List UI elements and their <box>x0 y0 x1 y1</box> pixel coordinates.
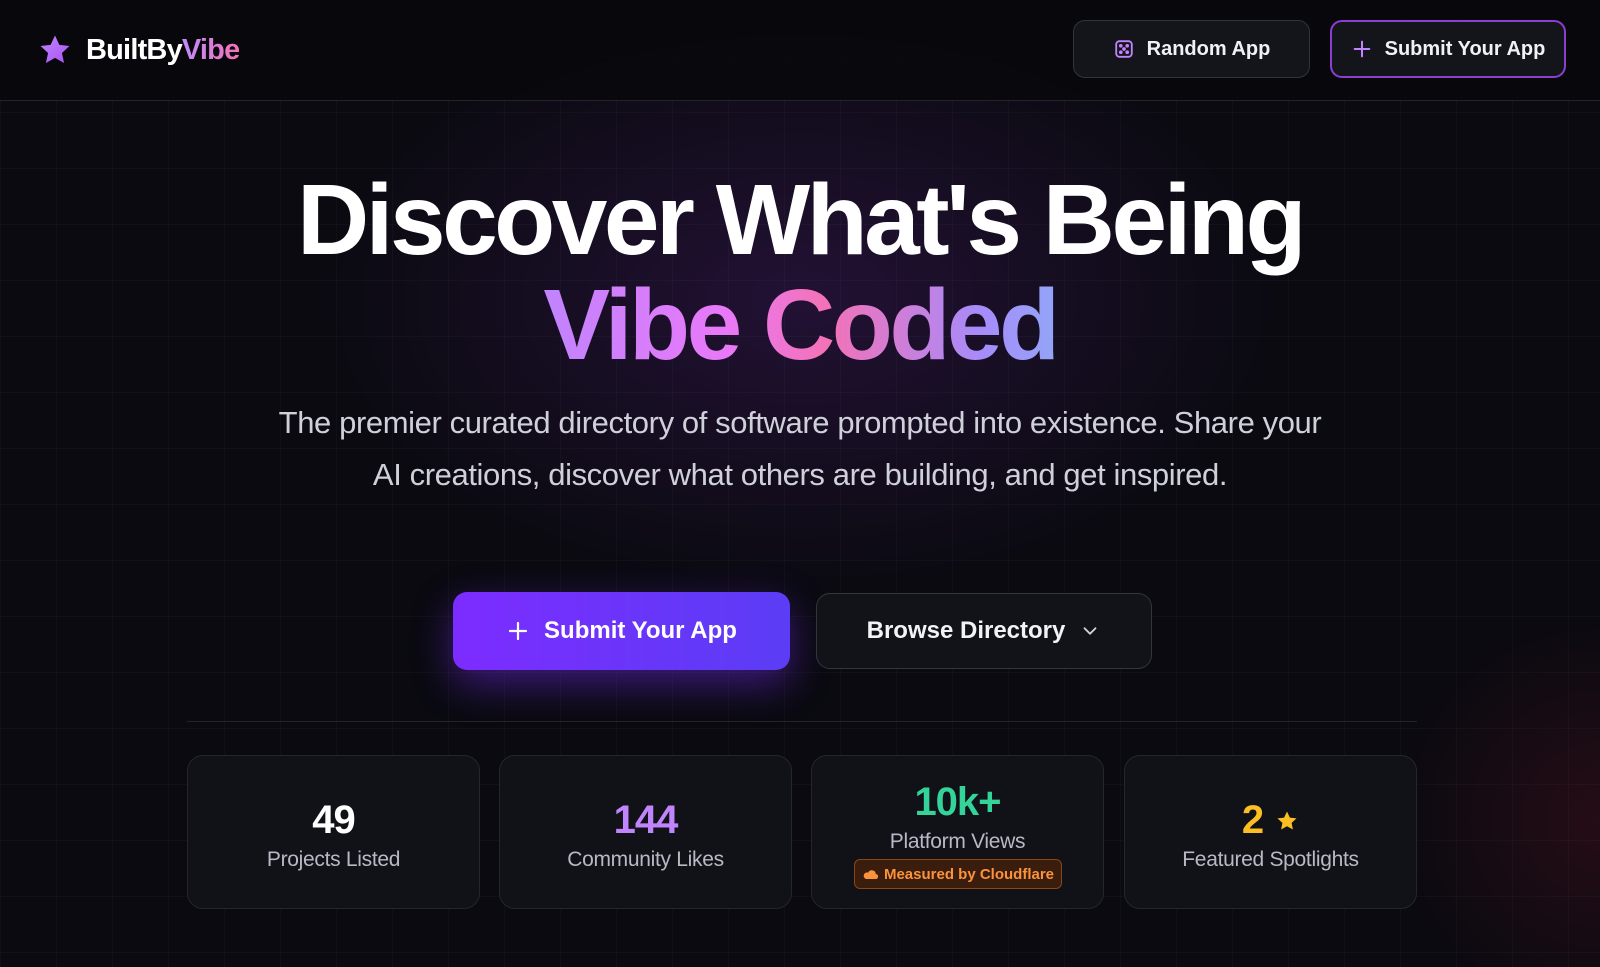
browse-directory-button[interactable]: Browse Directory <box>816 593 1152 669</box>
star-icon <box>40 35 70 64</box>
stat-value-group: 2 <box>1242 798 1299 843</box>
stat-card-likes: 144 Community Likes <box>499 755 792 909</box>
brand-name-part1: BuiltBy <box>86 33 183 66</box>
hero-title: Discover What's Being <box>296 164 1307 276</box>
stat-label: Community Likes <box>567 848 724 871</box>
stat-value-wrapper: 2 <box>1125 798 1416 843</box>
site-header: BuiltByVibe Random App Submit Your App <box>0 0 1600 101</box>
stat-card-featured: 2 Featured Spotlights <box>1124 755 1417 909</box>
dice-icon <box>1114 40 1133 58</box>
cloud-icon <box>863 870 878 880</box>
stat-value: 144 <box>613 798 679 842</box>
cloudflare-badge: Measured by Cloudflare <box>854 859 1062 889</box>
stat-card-projects: 49 Projects Listed <box>187 755 480 909</box>
plus-icon <box>508 621 528 641</box>
brand-name-part2: Vibe <box>181 33 240 66</box>
random-app-label: Random App <box>1146 37 1271 60</box>
stat-value: 2 <box>1241 798 1264 842</box>
stat-label: Platform Views <box>889 830 1026 853</box>
brand-name: BuiltByVibe <box>86 33 240 67</box>
stat-label: Projects Listed <box>266 848 401 871</box>
stat-value: 10k+ <box>914 780 1001 824</box>
stat-card-views: 10k+ Platform Views Measured by Cloudfla… <box>811 755 1104 909</box>
browse-directory-label: Browse Directory <box>866 617 1066 644</box>
random-app-button[interactable]: Random App <box>1073 20 1310 78</box>
header-submit-button[interactable]: Submit Your App <box>1330 20 1566 78</box>
hero-title-highlight: Vibe Coded <box>0 270 1600 380</box>
cloudflare-badge-label: Measured by Cloudflare <box>883 865 1055 883</box>
brand-logo[interactable]: BuiltByVibe <box>38 32 240 68</box>
hero-title-gradient-text: Vibe Coded <box>543 269 1060 381</box>
plus-icon <box>1353 40 1370 58</box>
submit-app-button[interactable]: Submit Your App <box>453 592 790 670</box>
stat-value: 49 <box>312 798 356 842</box>
star-icon <box>1277 811 1297 829</box>
chevron-down-icon <box>1083 627 1097 635</box>
submit-app-label: Submit Your App <box>544 617 737 644</box>
stat-label: Featured Spotlights <box>1182 848 1359 871</box>
header-submit-label: Submit Your App <box>1384 37 1546 60</box>
hero-subtitle: The premier curated directory of softwar… <box>278 405 1322 492</box>
section-divider <box>187 721 1417 722</box>
